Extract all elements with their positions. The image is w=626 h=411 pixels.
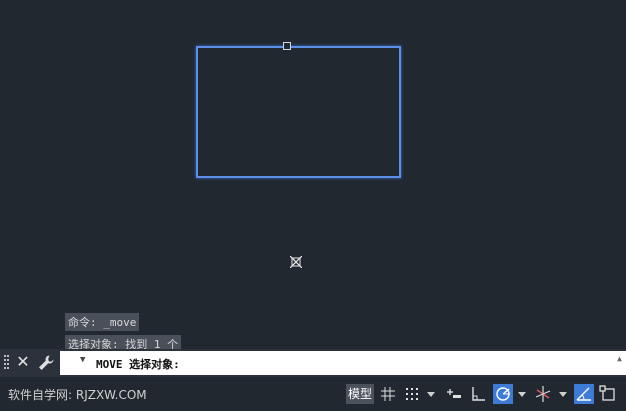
chevron-down-icon[interactable] [517,389,527,399]
infer-constraints-button[interactable] [444,384,464,404]
drawing-canvas[interactable]: 命令: _move 选择对象: 找到 1 个 [0,0,626,353]
isometric-drafting-button[interactable] [533,384,553,404]
command-prompt: MOVE 选择对象: [96,358,180,371]
polar-tracking-icon [496,387,510,401]
snap-marker-icon [290,256,302,268]
history-line: 命令: _move [65,313,140,331]
close-icon[interactable]: ✕ [14,352,32,372]
model-tab[interactable]: 模型 [346,384,374,404]
watermark-text: 软件自学网: RJZXW.COM [8,388,147,402]
ortho-mode-button[interactable] [468,384,488,404]
command-bar: ✕ ▼ MOVE 选择对象: ▲ [0,349,626,377]
polar-tracking-button[interactable] [493,384,513,404]
command-dropdown-icon[interactable]: ▼ [80,355,85,365]
chevron-down-icon[interactable] [426,389,436,399]
command-input[interactable]: ▼ MOVE 选择对象: ▲ [60,351,626,375]
scroll-up-icon[interactable]: ▲ [617,354,622,363]
snap-grid-icon [406,388,418,400]
drag-handle-icon[interactable] [4,354,10,372]
object-snap-tracking-button[interactable] [574,384,594,404]
grid-icon [381,387,395,401]
object-snap-tracking-icon [576,387,591,401]
ortho-icon [472,387,485,401]
chevron-down-icon[interactable] [558,389,568,399]
selected-rectangle[interactable] [196,46,401,178]
grid-button[interactable] [378,384,398,404]
object-snap-icon [599,385,615,401]
wrench-icon[interactable] [36,353,56,373]
infer-constraints-icon [447,389,461,398]
status-bar: 软件自学网: RJZXW.COM 模型 [0,379,626,411]
rectangle-grip[interactable] [283,42,291,50]
isometric-icon [535,386,551,402]
snap-mode-button[interactable] [402,384,422,404]
object-snap-button[interactable] [598,384,618,404]
